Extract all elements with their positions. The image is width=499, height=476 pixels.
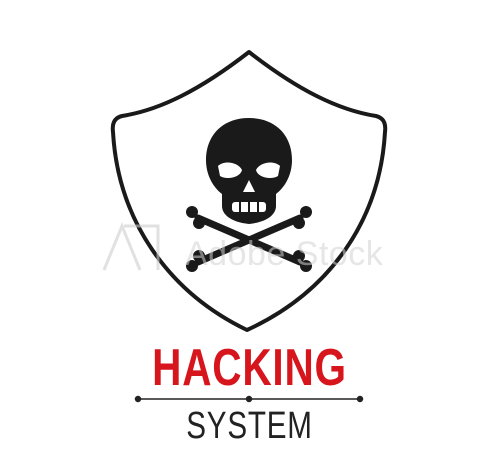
headline-subtitle: SYSTEM <box>186 405 313 447</box>
headline-title: HACKING <box>152 339 347 397</box>
skull-icon <box>206 118 292 224</box>
